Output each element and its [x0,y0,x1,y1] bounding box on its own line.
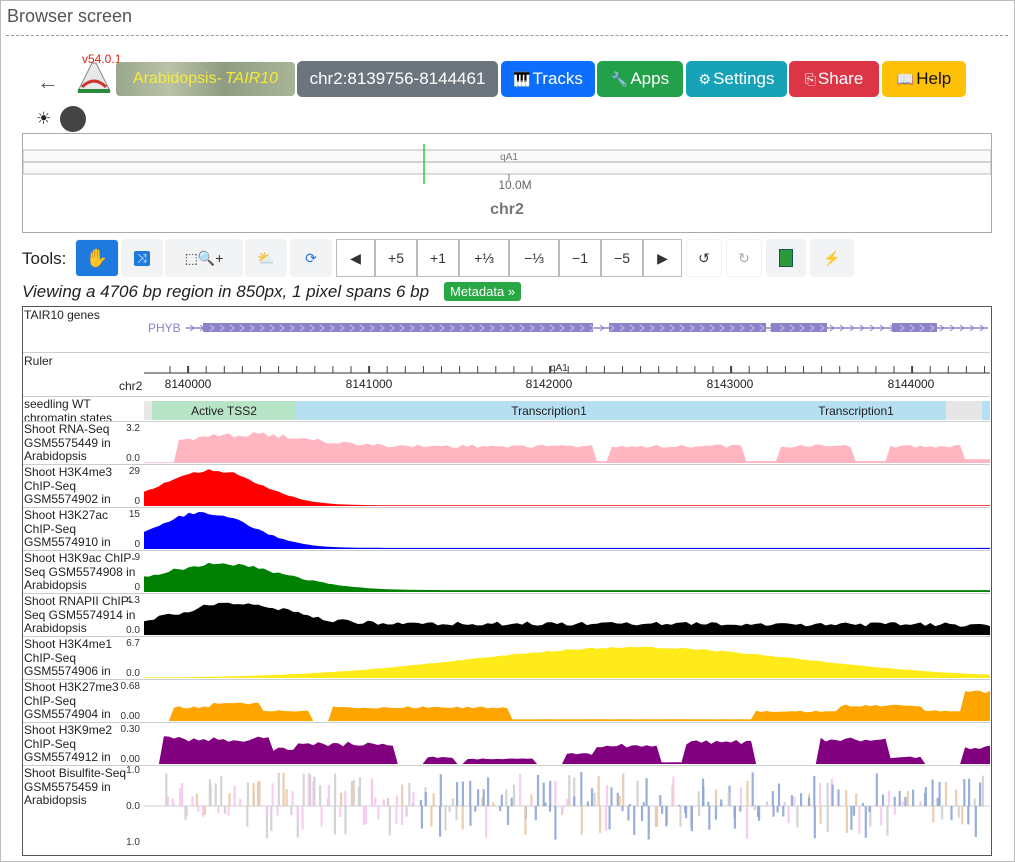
track-separator [23,396,990,397]
overview-chromosome: chr2 [490,201,524,218]
apps-label: Apps [630,69,670,88]
track-separator [23,679,990,680]
track-separator [23,765,990,766]
weather-tool-button[interactable]: ⛅ [245,239,287,277]
scale-max-h3k9ac: 9 [134,552,140,563]
theme-toggle[interactable]: ☀ [32,105,88,133]
title-divider [6,35,1008,36]
track-separator [23,421,990,422]
sun-icon: ☀ [36,109,52,128]
track-separator [23,550,990,551]
overview-svg: qA1 10.0M chr2 [22,144,992,218]
wrench-icon: 🔧 [610,70,629,87]
zoom-in-1-button[interactable]: +1 [417,239,459,277]
chromosome-overview[interactable]: qA1 10.0M chr2 [22,133,992,233]
piano-icon: 🎹 [513,70,531,87]
share-icon: ⎘ [804,70,816,87]
lightning-button[interactable]: ⚡ [810,239,854,277]
undo-icon: ↺ [698,249,710,266]
scale-max-rnaseq: 3.2 [126,423,140,434]
scale-min-h3k4me3: 0 [134,496,140,507]
scale-min-rnapii: 0.0 [126,625,140,636]
scale-max-h3k4me1: 6.7 [126,638,140,649]
triangle-left-icon: ◀ [350,249,361,266]
zoom-out-5-button[interactable]: −5 [601,239,643,277]
zoom-in-5-button[interactable]: +5 [375,239,417,277]
overview-band: qA1 [500,152,518,163]
scale-min-h3k9me2: 0.00 [120,754,140,765]
pan-left-button[interactable]: ◀ [336,239,375,277]
scale-min-h3k27ac: 0 [134,539,140,550]
back-button[interactable]: ← [37,69,59,95]
zoom-select-button[interactable]: ⬚🔍+ [165,239,243,277]
notebook-button[interactable] [766,239,806,277]
scale-min-h3k27me3: 0.00 [120,711,140,722]
refresh-icon: ⟳ [305,249,317,266]
cloud-sun-icon: ⛅ [257,249,275,266]
scale-max-h3k27me3: 0.68 [120,681,140,692]
settings-button[interactable]: ⚙ Settings [686,61,787,97]
track-separator [23,636,990,637]
settings-label: Settings [713,69,775,88]
zoom-out-third-button[interactable]: −⅓ [509,239,559,277]
track-panel[interactable] [22,306,992,856]
apps-button[interactable]: 🔧 Apps [597,61,683,97]
lightning-icon: ⚡ [823,249,841,266]
overview-position: 10.0M [498,178,531,192]
track-separator [23,352,990,353]
scale-min-h3k4me1: 0.0 [126,668,140,679]
track-label-genes[interactable]: TAIR10 genes [24,309,142,323]
shuffle-icon: ⤨ [134,250,150,266]
scale-max-rnapii: 4.3 [126,595,140,606]
window-title: Browser screen [7,6,133,26]
zoom-out-1-button[interactable]: −1 [559,239,601,277]
metadata-button[interactable]: Metadata » [444,282,522,301]
genome-button[interactable]: Arabidopsis- TAIR10 [116,62,295,96]
triangle-right-icon: ▶ [657,249,668,266]
tools-label: Tools: [22,249,67,268]
toggle-knob [60,106,86,132]
track-separator [23,464,990,465]
hand-icon: ✋ [85,247,109,268]
track-label-ruler[interactable]: Ruler [24,355,142,369]
viewing-info: Viewing a 4706 bp region in 850px, 1 pix… [22,282,430,301]
book-icon: 📖 [896,70,915,87]
scale-bottom-bisulfite: 1.0 [126,837,140,848]
track-separator [23,722,990,723]
share-label: Share [817,69,864,88]
tracks-label: Tracks [532,69,583,88]
reorder-tool-button[interactable]: ⤨ [121,239,163,277]
refresh-tool-button[interactable]: ⟳ [290,239,332,277]
share-button[interactable]: ⎘ Share [789,61,879,97]
scale-max-h3k4me3: 29 [128,466,140,477]
tracks-button[interactable]: 🎹 Tracks [501,61,595,97]
gear-icon: ⚙ [698,70,712,87]
zoom-in-third-button[interactable]: +⅓ [459,239,509,277]
track-separator [23,507,990,508]
help-button[interactable]: 📖 Help [882,61,966,97]
redo-icon: ↻ [738,249,750,266]
genome-name: TAIR10 [224,70,278,87]
genome-prefix: Arabidopsis- [133,70,222,87]
scale-max-h3k9me2: 0.30 [120,724,140,735]
notebook-icon [779,249,793,267]
scale-top-bisulfite: 1.0 [126,765,140,776]
track-separator [23,593,990,594]
scale-min-h3k9ac: 0 [134,582,140,593]
zoom-box-icon: ⬚🔍+ [184,249,224,266]
scale-max-h3k27ac: 15 [128,509,140,520]
scale-mid-bisulfite: 0.0 [126,801,140,812]
scale-min-rnaseq: 0.0 [126,453,140,464]
drag-tool-button[interactable]: ✋ [75,239,119,277]
redo-button[interactable]: ↻ [726,239,762,277]
location-button[interactable]: chr2:8139756-8144461 [297,61,498,97]
undo-button[interactable]: ↺ [686,239,722,277]
help-label: Help [916,69,952,88]
pan-right-button[interactable]: ▶ [643,239,682,277]
